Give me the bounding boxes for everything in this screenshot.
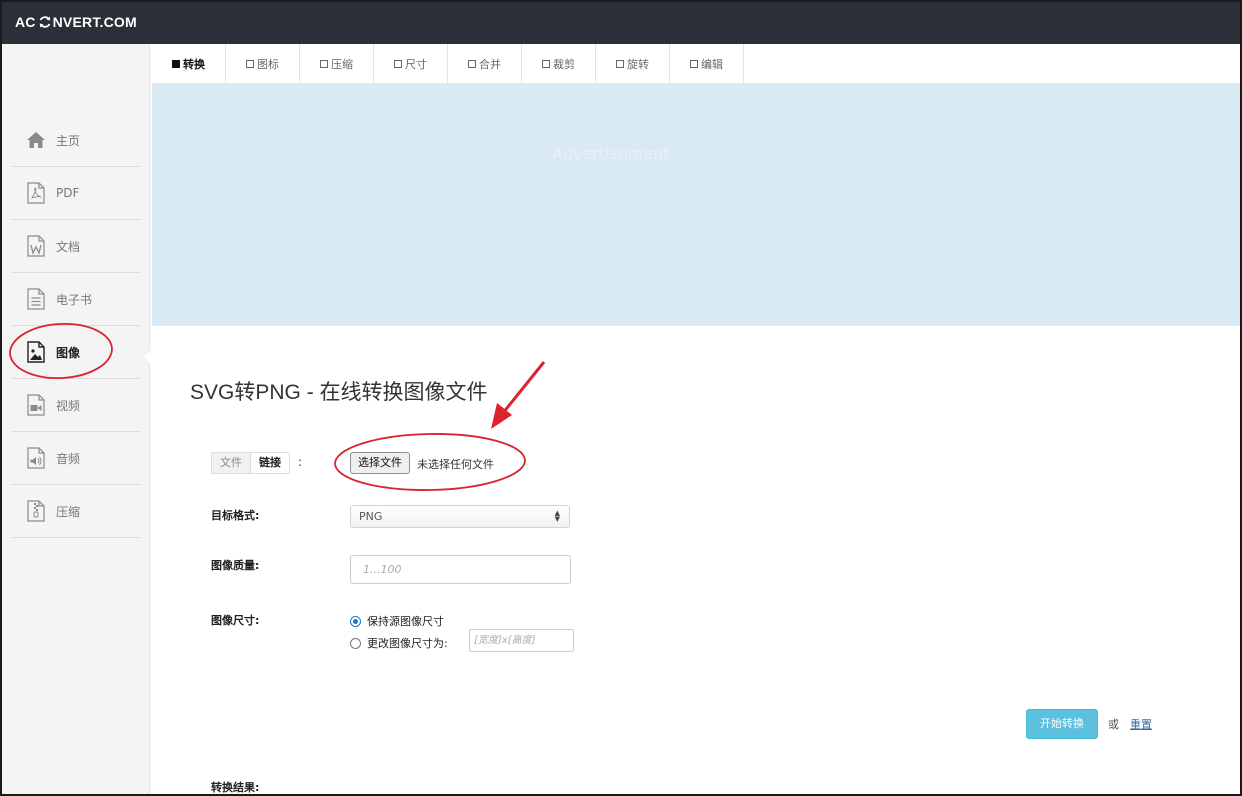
home-icon bbox=[24, 128, 48, 152]
logo-text-right: NVERT.COM bbox=[52, 14, 137, 30]
resize-field bbox=[469, 629, 574, 652]
keep-size-radio[interactable] bbox=[350, 615, 361, 627]
tab-label: 图标 bbox=[257, 57, 279, 71]
file-status-text: 未选择任何文件 bbox=[417, 458, 494, 471]
tab-size[interactable]: 尺寸 bbox=[374, 44, 448, 83]
image-file-icon bbox=[24, 340, 48, 364]
checkbox-icon bbox=[542, 59, 550, 68]
logo-text-left: AC bbox=[15, 14, 36, 30]
tab-label: 裁剪 bbox=[553, 57, 575, 71]
tab-rotate[interactable]: 旋转 bbox=[596, 44, 670, 83]
source-toggle: 文件 链接 bbox=[211, 452, 290, 474]
sidebar-item-label: PDF bbox=[56, 186, 80, 200]
sidebar-item-home[interactable]: 主页 bbox=[12, 114, 140, 167]
sidebar-item-pdf[interactable]: PDF bbox=[12, 167, 140, 220]
checkbox-icon bbox=[616, 59, 624, 68]
sidebar-item-image[interactable]: 图像 bbox=[12, 326, 140, 379]
target-format-label: 目标格式: bbox=[211, 509, 260, 522]
link-source-button[interactable]: 链接 bbox=[251, 453, 289, 473]
tab-crop[interactable]: 裁剪 bbox=[522, 44, 596, 83]
file-source-button[interactable]: 文件 bbox=[212, 453, 251, 473]
keep-size-option[interactable]: 保持源图像尺寸 bbox=[350, 613, 444, 629]
sidebar-item-label: 压缩 bbox=[56, 504, 81, 519]
choose-file-button[interactable]: 选择文件 bbox=[350, 452, 410, 474]
tab-edit[interactable]: 编辑 bbox=[670, 44, 744, 83]
image-size-label: 图像尺寸: bbox=[211, 614, 260, 627]
sidebar-item-ebook[interactable]: 电子书 bbox=[12, 273, 140, 326]
sidebar-item-label: 文档 bbox=[56, 239, 81, 254]
image-quality-label: 图像质量: bbox=[211, 559, 260, 572]
checkbox-icon bbox=[246, 59, 254, 68]
target-format-select[interactable]: PNG ▲ ▼ bbox=[350, 505, 570, 528]
or-text: 或 bbox=[1108, 718, 1119, 731]
sidebar-item-archive[interactable]: 压缩 bbox=[12, 485, 140, 538]
conversion-result-label: 转换结果: bbox=[211, 781, 260, 794]
change-size-radio[interactable] bbox=[350, 637, 361, 649]
tab-label: 转换 bbox=[183, 57, 205, 71]
tab-label: 合并 bbox=[479, 57, 501, 71]
image-quality-field bbox=[350, 555, 571, 584]
tab-merge[interactable]: 合并 bbox=[448, 44, 522, 83]
ad-banner-text: Advertisement bbox=[552, 144, 670, 163]
checkbox-icon bbox=[172, 59, 180, 68]
audio-file-icon bbox=[24, 446, 48, 470]
tab-label: 编辑 bbox=[701, 57, 723, 71]
category-sidebar: 主页 PDF 文档 电子书 图像 视频 音频 压缩 bbox=[2, 44, 150, 794]
sidebar-item-label: 图像 bbox=[56, 345, 81, 360]
tab-compress[interactable]: 压缩 bbox=[300, 44, 374, 83]
sidebar-item-document[interactable]: 文档 bbox=[12, 220, 140, 273]
change-size-option[interactable]: 更改图像尺寸为: bbox=[350, 635, 448, 651]
target-format-value: PNG bbox=[359, 510, 383, 523]
change-size-label: 更改图像尺寸为: bbox=[367, 637, 448, 650]
checkbox-icon bbox=[468, 59, 476, 68]
tool-tabs: 转换 图标 压缩 尺寸 合并 裁剪 旋转 编辑 bbox=[152, 44, 1240, 84]
tab-icon[interactable]: 图标 bbox=[226, 44, 300, 83]
start-convert-button[interactable]: 开始转换 bbox=[1026, 709, 1098, 739]
image-quality-input[interactable] bbox=[351, 556, 570, 583]
sidebar-item-label: 电子书 bbox=[56, 292, 93, 307]
site-logo[interactable]: AC NVERT.COM bbox=[15, 14, 137, 30]
archive-file-icon bbox=[24, 499, 48, 523]
page-title: SVG转PNG - 在线转换图像文件 bbox=[190, 381, 488, 404]
tab-convert[interactable]: 转换 bbox=[152, 44, 226, 83]
active-item-caret bbox=[144, 349, 152, 365]
keep-size-label: 保持源图像尺寸 bbox=[367, 615, 444, 628]
select-arrows-icon: ▲ ▼ bbox=[554, 509, 560, 523]
sidebar-item-video[interactable]: 视频 bbox=[12, 379, 140, 432]
checkbox-icon bbox=[320, 59, 328, 68]
pdf-file-icon bbox=[24, 181, 48, 205]
ad-banner: Advertisement bbox=[152, 84, 1240, 326]
tab-label: 旋转 bbox=[627, 57, 649, 71]
sidebar-item-audio[interactable]: 音频 bbox=[12, 432, 140, 485]
ebook-file-icon bbox=[24, 287, 48, 311]
sidebar-item-label: 视频 bbox=[56, 398, 81, 413]
sidebar-item-label: 主页 bbox=[56, 133, 81, 148]
reset-link[interactable]: 重置 bbox=[1130, 716, 1152, 732]
checkbox-icon bbox=[690, 59, 698, 68]
word-file-icon bbox=[24, 234, 48, 258]
sidebar-item-label: 音频 bbox=[56, 451, 81, 466]
top-bar: AC NVERT.COM bbox=[2, 2, 1240, 44]
refresh-icon bbox=[39, 16, 50, 28]
tab-label: 尺寸 bbox=[405, 57, 427, 71]
video-file-icon bbox=[24, 393, 48, 417]
source-colon: : bbox=[298, 455, 303, 469]
resize-input[interactable] bbox=[470, 630, 573, 651]
checkbox-icon bbox=[394, 59, 402, 68]
tab-label: 压缩 bbox=[331, 57, 353, 71]
